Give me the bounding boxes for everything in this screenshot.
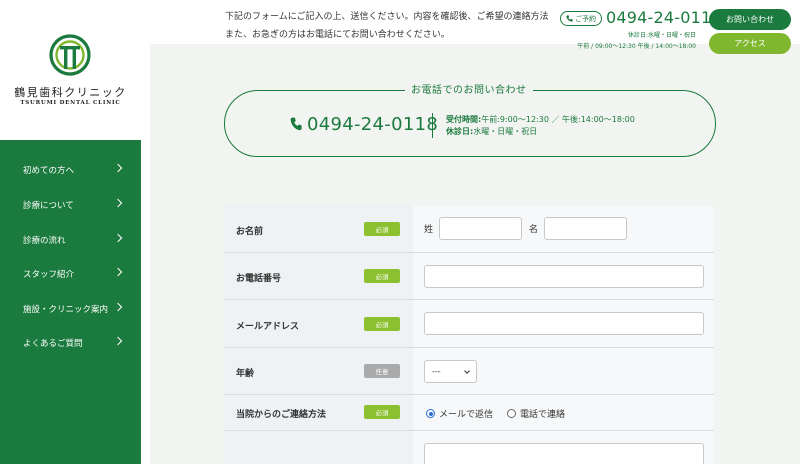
intro-text-line1: 下記のフォームにご記入の上、送信ください。内容を確認後、ご希望の連絡方法 <box>225 12 549 22</box>
sidebar-item-treatment[interactable]: 診療について <box>0 188 141 222</box>
holiday-value: 水曜・日曜・祝日 <box>473 127 538 136</box>
row-label-cell: お電話番号 必須 <box>224 253 413 299</box>
radio-email-label[interactable]: メールで返信 <box>439 407 493 420</box>
sidebar: 鶴見歯科クリニック TSURUMI DENTAL CLINIC 初めての方へ 診… <box>0 0 141 464</box>
row-field-cell <box>413 431 714 464</box>
sidebar-item-staff[interactable]: スタッフ紹介 <box>0 257 141 291</box>
form-row-email: メールアドレス 必須 <box>224 300 714 348</box>
reserve-label: ご予約 <box>575 14 596 23</box>
first-name-label: 名 <box>529 225 539 235</box>
required-badge: 必須 <box>364 317 400 331</box>
sidebar-item-label: よくあるご質問 <box>23 339 83 349</box>
row-label-cell: 年齢 任意 <box>224 348 413 394</box>
chevron-right-icon <box>113 198 123 208</box>
closed-days: 休診日:水曜・日曜・祝日 <box>446 126 537 137</box>
sidebar-item-label: 診療について <box>23 201 74 211</box>
contact-button[interactable]: お問い合わせ <box>709 9 791 30</box>
required-badge: 必須 <box>364 405 400 419</box>
chevron-right-icon <box>113 267 123 277</box>
required-badge: 必須 <box>364 222 400 236</box>
row-field-cell <box>413 253 714 299</box>
hours-value: 午前:9:00～12:30 ／ 午後:14:00～18:00 <box>481 115 635 124</box>
age-select[interactable]: --- <box>424 360 477 383</box>
row-field-cell: メールで返信 電話で連絡 <box>413 395 714 430</box>
sidebar-item-first-visit[interactable]: 初めての方へ <box>0 153 141 187</box>
row-label-cell: お名前 必須 <box>224 206 413 252</box>
divider <box>432 113 433 138</box>
header-phone-number[interactable]: 0494-24-0118 <box>606 8 722 27</box>
radio-phone-label[interactable]: 電話で連絡 <box>520 407 565 420</box>
row-field-cell: --- <box>413 348 714 394</box>
row-label-cell: 当院からのご連絡方法 必須 <box>224 395 413 430</box>
sidebar-item-label: スタッフ紹介 <box>23 270 75 280</box>
phone-icon <box>566 15 573 22</box>
phone-input[interactable] <box>424 265 704 288</box>
field-label: メールアドレス <box>236 322 300 332</box>
row-label-cell: メールアドレス 必須 <box>224 300 413 347</box>
sidebar-item-label: 診療の流れ <box>23 236 66 246</box>
row-field-cell <box>413 300 714 347</box>
logo[interactable]: 鶴見歯科クリニック TSURUMI DENTAL CLINIC <box>0 0 141 140</box>
logo-name-en: TSURUMI DENTAL CLINIC <box>20 100 121 106</box>
textarea-input[interactable] <box>424 443 704 464</box>
form-row-name: お名前 必須 姓 名 <box>224 206 714 253</box>
age-select-value: --- <box>432 367 441 376</box>
reception-hours: 受付時間:午前:9:00～12:30 ／ 午後:14:00～18:00 <box>446 114 635 125</box>
required-badge: 必須 <box>364 269 400 283</box>
last-name-input[interactable] <box>439 217 522 240</box>
sidebar-item-label: 施設・クリニック案内 <box>23 305 109 315</box>
phone-box-title: お電話でのお問い合わせ <box>405 81 533 96</box>
first-name-input[interactable] <box>544 217 627 240</box>
radio-phone[interactable] <box>507 409 516 418</box>
chevron-down-icon <box>464 368 470 374</box>
form-row-phone: お電話番号 必須 <box>224 253 714 300</box>
chevron-right-icon <box>113 163 123 173</box>
phone-icon <box>290 117 302 131</box>
header-hours: 午前 / 09:00～12:30 午後 / 14:00～18:00 <box>577 43 696 50</box>
header-holiday: 休診日:水曜・日曜・祝日 <box>627 32 696 39</box>
logo-name-jp: 鶴見歯科クリニック <box>14 86 127 99</box>
field-label: お電話番号 <box>236 274 282 284</box>
field-label: お名前 <box>236 227 264 237</box>
form-row-contact-method: 当院からのご連絡方法 必須 メールで返信 電話で連絡 <box>224 395 714 431</box>
access-button[interactable]: アクセス <box>709 33 791 54</box>
sidebar-item-flow[interactable]: 診療の流れ <box>0 223 141 257</box>
intro-text-line2: また、お急ぎの方はお電話にてお問い合わせください。 <box>225 30 450 40</box>
field-label: 年齢 <box>236 369 255 379</box>
form-row-next <box>224 431 714 464</box>
sidebar-nav: 初めての方へ 診療について 診療の流れ スタッフ紹介 施設・クリニック案内 よく… <box>0 140 141 464</box>
chevron-right-icon <box>113 233 123 243</box>
phone-number[interactable]: 0494-24-0118 <box>307 114 438 135</box>
clinic-logo-icon <box>49 34 91 76</box>
email-input[interactable] <box>424 312 704 335</box>
row-label-cell <box>224 431 413 464</box>
sidebar-item-facility[interactable]: 施設・クリニック案内 <box>0 292 141 326</box>
optional-badge: 任意 <box>364 364 400 378</box>
last-name-label: 姓 <box>424 225 434 235</box>
sidebar-item-faq[interactable]: よくあるご質問 <box>0 326 141 360</box>
hours-label: 受付時間: <box>446 115 482 124</box>
row-field-cell: 姓 名 <box>413 206 714 252</box>
field-label: 当院からのご連絡方法 <box>236 410 327 420</box>
radio-email[interactable] <box>426 409 435 418</box>
form-row-age: 年齢 任意 --- <box>224 348 714 395</box>
holiday-label: 休診日: <box>446 127 474 136</box>
reserve-badge[interactable]: ご予約 <box>560 11 602 26</box>
chevron-right-icon <box>113 302 123 312</box>
chevron-right-icon <box>113 336 123 346</box>
sidebar-item-label: 初めての方へ <box>23 166 75 176</box>
